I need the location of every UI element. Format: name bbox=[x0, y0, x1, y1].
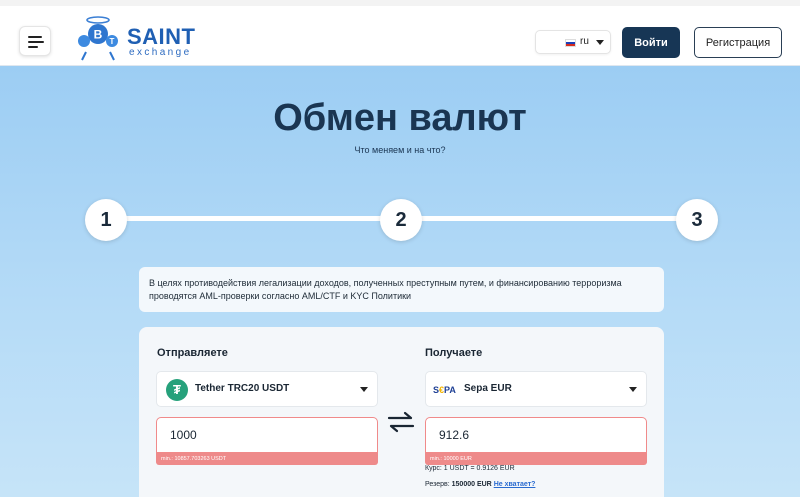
logo-subtitle: exchange bbox=[129, 47, 192, 58]
exchange-rate: Курс: 1 USDT = 0.9126 EUR bbox=[425, 465, 515, 472]
send-amount-input[interactable] bbox=[156, 417, 378, 453]
page-subtitle: Что меняем и на что? bbox=[354, 145, 446, 155]
language-code: ru bbox=[580, 36, 589, 47]
register-button[interactable]: Регистрация bbox=[694, 27, 782, 58]
step-1: 1 bbox=[85, 199, 127, 241]
aml-notice: В целях противодействия легализации дохо… bbox=[139, 267, 664, 312]
step-2: 2 bbox=[380, 199, 422, 241]
send-label: Отправляете bbox=[157, 347, 228, 359]
page-title: Обмен валют bbox=[273, 97, 527, 139]
russia-flag-icon bbox=[565, 39, 576, 47]
site-logo[interactable]: B T SAINT exchange bbox=[72, 14, 212, 64]
sepa-icon: S€PA bbox=[433, 385, 456, 395]
reserve-value: 150000 EUR bbox=[451, 481, 492, 488]
receive-label: Получаете bbox=[425, 347, 483, 359]
menu-icon-line bbox=[28, 41, 44, 43]
menu-button[interactable] bbox=[19, 26, 51, 56]
menu-icon-line bbox=[28, 46, 38, 48]
tether-icon: ₮ bbox=[166, 379, 188, 401]
reserve-not-enough-link[interactable]: Не хватает? bbox=[494, 481, 536, 488]
login-button[interactable]: Войти bbox=[622, 27, 680, 58]
reserve-prefix: Резерв: bbox=[425, 481, 450, 488]
send-currency-select[interactable]: ₮ Tether TRC20 USDT bbox=[156, 371, 378, 407]
chevron-down-icon bbox=[629, 387, 637, 392]
send-currency-name: Tether TRC20 USDT bbox=[195, 383, 290, 394]
menu-icon-line bbox=[28, 36, 42, 38]
language-select[interactable]: ru bbox=[535, 30, 611, 54]
top-header: B T SAINT exchange ru Войти Регистрация bbox=[0, 0, 800, 66]
reserve-info: Резерв: 150000 EUR Не хватает? bbox=[425, 481, 535, 488]
chevron-down-icon bbox=[360, 387, 368, 392]
receive-min-error: min.: 10000 EUR bbox=[425, 453, 647, 465]
swap-arrows-icon[interactable] bbox=[387, 411, 415, 433]
send-min-error: min.: 10857.703263 USDT bbox=[156, 453, 378, 465]
saint-logo-icon: B T bbox=[78, 16, 118, 61]
svg-text:T: T bbox=[110, 37, 115, 46]
chevron-down-icon bbox=[596, 40, 604, 45]
receive-currency-select[interactable]: S€PA Sepa EUR bbox=[425, 371, 647, 407]
receive-currency-name: Sepa EUR bbox=[464, 383, 512, 394]
logo-name: SAINT bbox=[127, 24, 196, 49]
svg-text:B: B bbox=[94, 28, 103, 42]
receive-amount-input[interactable] bbox=[425, 417, 647, 453]
step-3: 3 bbox=[676, 199, 718, 241]
